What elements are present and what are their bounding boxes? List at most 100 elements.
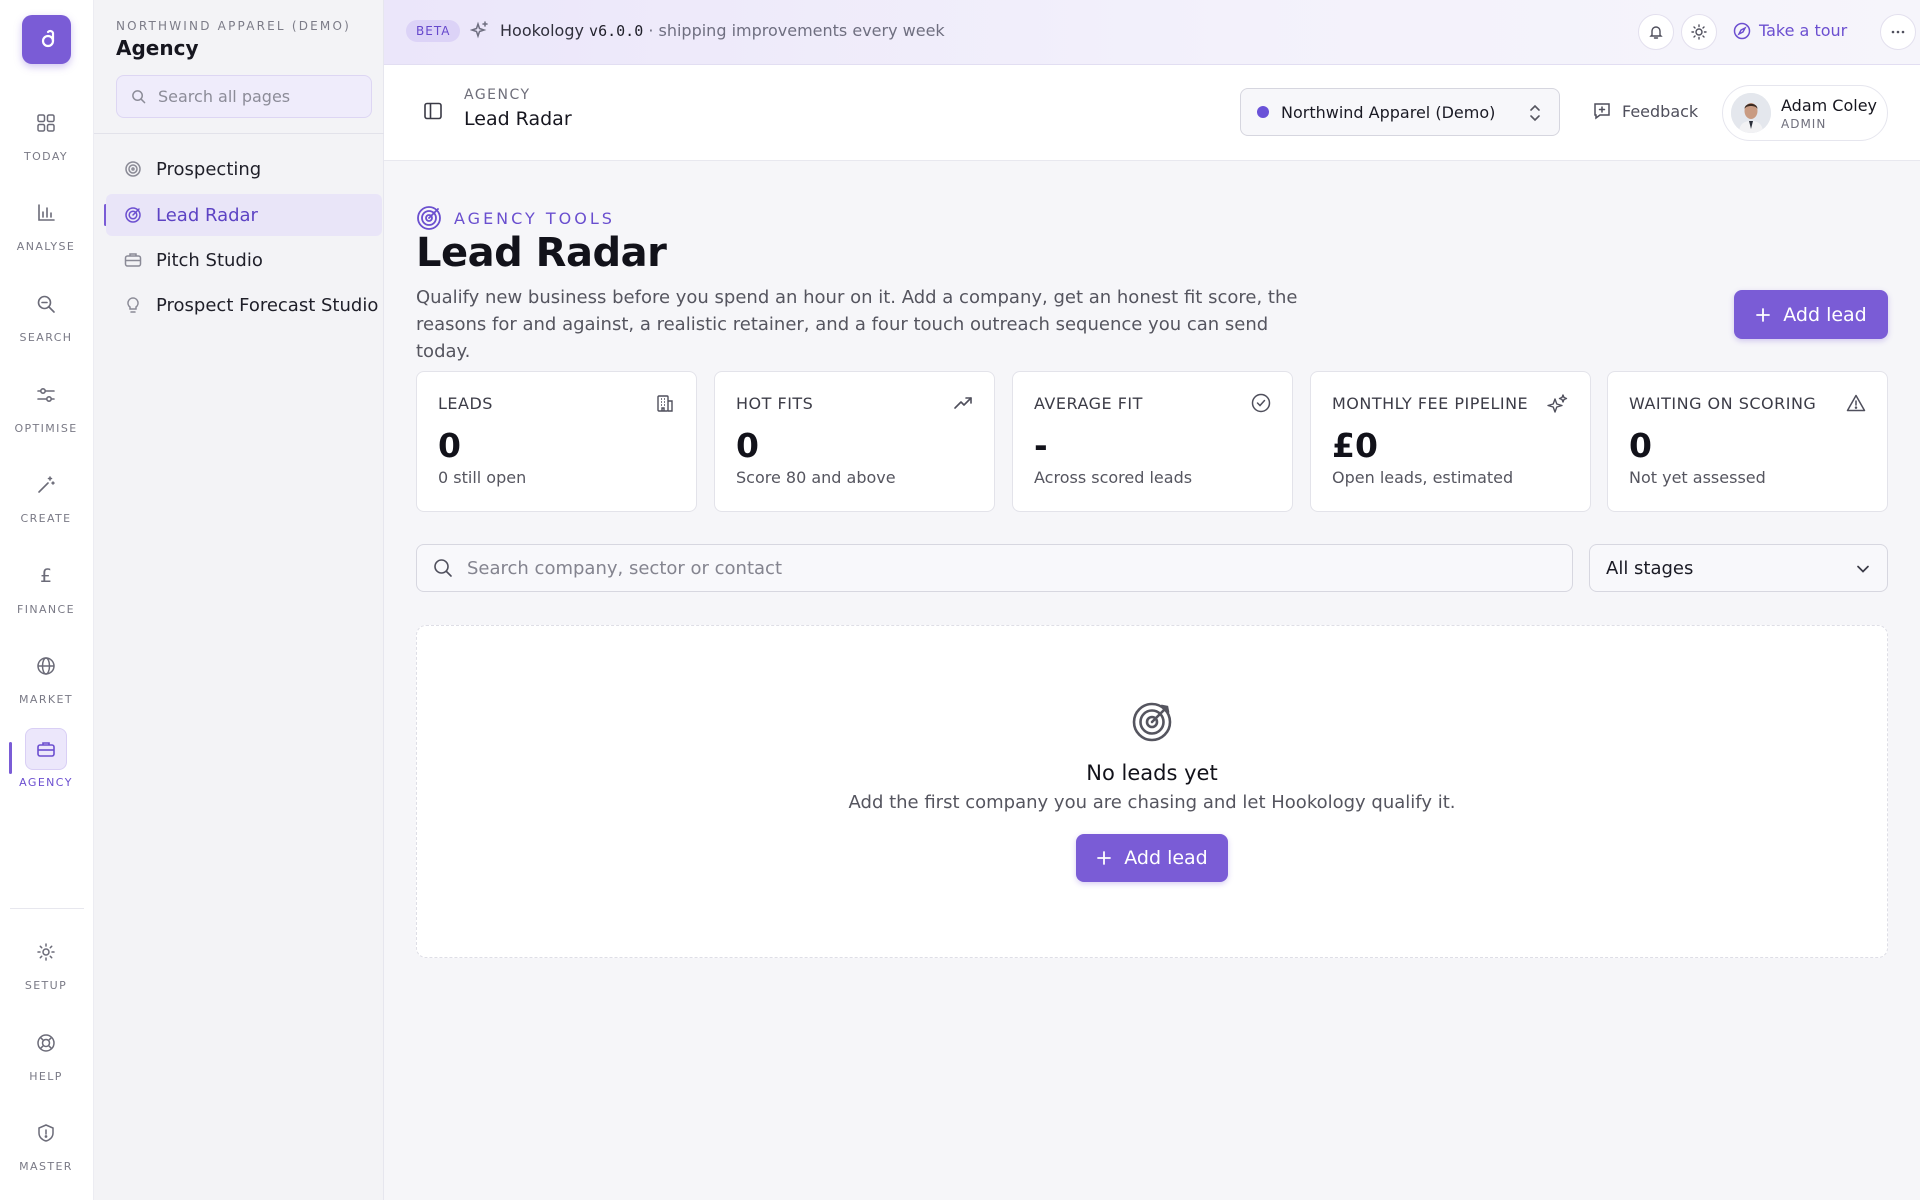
page-title: Lead Radar (416, 230, 667, 276)
bell-icon (1649, 26, 1663, 39)
sliders-icon (25, 374, 67, 416)
lead-search-input[interactable]: Search company, sector or contact (416, 544, 1573, 592)
stat-card-average-fit: AVERAGE FIT - Across scored leads (1012, 371, 1293, 512)
stat-label: LEADS (438, 394, 493, 413)
stat-value: £0 (1332, 426, 1378, 465)
feedback-button[interactable]: Feedback (1592, 101, 1698, 121)
shield-icon (25, 1112, 67, 1154)
rail-item-optimise[interactable]: OPTIMISE (0, 374, 92, 454)
sidebar-item-label: Lead Radar (156, 204, 258, 226)
stat-card-leads: LEADS 0 0 still open (416, 371, 697, 512)
rail-item-agency[interactable]: AGENCY (0, 728, 92, 808)
target-icon (125, 161, 141, 177)
sidebar-item-pitch-studio[interactable]: Pitch Studio (106, 239, 382, 281)
magic-wand-icon (25, 464, 67, 506)
add-lead-label: Add lead (1783, 303, 1867, 326)
notifications-button[interactable] (1638, 14, 1674, 50)
rail-item-setup[interactable]: SETUP (0, 931, 92, 1011)
lead-search-placeholder: Search company, sector or contact (467, 557, 782, 579)
user-menu[interactable]: Adam Coley ADMIN (1722, 85, 1888, 141)
stat-card-hot-fits: HOT FITS 0 Score 80 and above (714, 371, 995, 512)
take-tour-link[interactable]: Take a tour (1733, 21, 1847, 40)
briefcase-icon (25, 728, 67, 770)
org-status-dot (1257, 106, 1269, 118)
rail-item-market[interactable]: MARKET (0, 645, 92, 725)
plus-icon (1097, 851, 1112, 865)
building-icon (657, 395, 673, 412)
rail-item-analyse[interactable]: ANALYSE (0, 192, 92, 272)
org-switcher[interactable]: Northwind Apparel (Demo) (1240, 88, 1560, 136)
stat-card-waiting-on-scoring: WAITING ON SCORING 0 Not yet assessed (1607, 371, 1888, 512)
stage-filter-value: All stages (1606, 557, 1694, 579)
stat-label: AVERAGE FIT (1034, 394, 1143, 413)
stat-subtitle: Open leads, estimated (1332, 468, 1514, 487)
stat-value: 0 (1629, 426, 1652, 465)
stat-value: 0 (438, 426, 461, 465)
trending-up-icon (954, 397, 972, 409)
stat-subtitle: 0 still open (438, 468, 527, 487)
rail-label: ANALYSE (16, 240, 76, 253)
page-description: Qualify new business before you spend an… (416, 287, 1298, 362)
sidebar-search-input[interactable]: Search all pages (116, 75, 372, 118)
bar-chart-icon (25, 192, 67, 234)
sun-icon (1691, 24, 1707, 40)
briefcase-icon (124, 253, 142, 267)
rail-label: AGENCY (19, 776, 73, 789)
stat-label: HOT FITS (736, 394, 814, 413)
rail-label: TODAY (23, 150, 69, 163)
globe-icon (25, 645, 67, 687)
rail-item-today[interactable]: TODAY (0, 102, 92, 182)
rail-item-master[interactable]: MASTER (0, 1112, 92, 1192)
stage-filter-select[interactable]: All stages (1589, 544, 1888, 592)
breadcrumb-title: Lead Radar (464, 108, 572, 130)
page-eyebrow: AGENCY TOOLS (416, 205, 615, 231)
rail-label: HELP (29, 1070, 63, 1083)
stat-value: - (1034, 426, 1048, 465)
search-icon (434, 559, 452, 577)
breadcrumb-section: AGENCY (464, 87, 531, 103)
rail-item-search[interactable]: SEARCH (0, 283, 92, 363)
rail-item-create[interactable]: CREATE (0, 464, 92, 544)
lightbulb-icon (127, 297, 139, 313)
more-options-button[interactable] (1880, 14, 1916, 50)
user-role: ADMIN (1781, 116, 1827, 131)
version-tagline: · shipping improvements every week (648, 20, 945, 40)
rail-label: FINANCE (17, 603, 75, 616)
empty-state-panel: No leads yet Add the first company you a… (416, 625, 1888, 958)
warning-icon (1846, 394, 1866, 412)
plus-icon (1756, 307, 1771, 322)
stat-subtitle: Across scored leads (1034, 468, 1193, 487)
version-info: Hookology v6.0.0 · shipping improvements… (470, 20, 945, 40)
org-switcher-label: Northwind Apparel (Demo) (1281, 102, 1496, 122)
stat-card-monthly-fee-pipeline: MONTHLY FEE PIPELINE £0 Open leads, esti… (1310, 371, 1591, 512)
rail-label: MASTER (19, 1160, 73, 1173)
sparkles-icon (470, 21, 488, 39)
page-header: AGENCY Lead Radar Northwind Apparel (Dem… (384, 65, 1920, 161)
add-lead-button[interactable]: Add lead (1734, 290, 1888, 339)
sidebar-item-label: Prospecting (156, 158, 262, 180)
empty-add-lead-button[interactable]: Add lead (1076, 834, 1228, 882)
rail-item-help[interactable]: HELP (0, 1022, 92, 1102)
take-tour-label: Take a tour (1759, 21, 1848, 40)
version-number: v6.0.0 (589, 21, 644, 40)
chevron-down-icon (1857, 565, 1869, 573)
beta-badge: BETA (406, 20, 461, 42)
search-icon (132, 90, 146, 104)
sidebar-divider (94, 133, 384, 134)
chevron-up-down-icon (1530, 104, 1540, 122)
stat-subtitle: Not yet assessed (1629, 468, 1766, 487)
sidebar-toggle-button[interactable] (423, 101, 443, 121)
sidebar-item-prospect-forecast-studio[interactable]: Prospect Forecast Studio (106, 284, 382, 326)
version-app-name: Hookology (500, 20, 584, 40)
rail-item-finance[interactable]: £ FINANCE (0, 555, 92, 635)
sidebar-search-placeholder: Search all pages (158, 87, 291, 106)
section-sidebar: NORTHWIND APPAREL (DEMO) Agency Search a… (94, 0, 384, 1200)
search-icon (25, 283, 67, 325)
radar-icon (417, 206, 441, 230)
sidebar-item-prospecting[interactable]: Prospecting (106, 148, 382, 190)
theme-toggle-button[interactable] (1681, 14, 1717, 50)
rail-divider (10, 908, 84, 909)
sidebar-item-lead-radar[interactable]: Lead Radar (106, 194, 382, 236)
gear-icon (25, 931, 67, 973)
app-logo[interactable] (22, 15, 71, 64)
